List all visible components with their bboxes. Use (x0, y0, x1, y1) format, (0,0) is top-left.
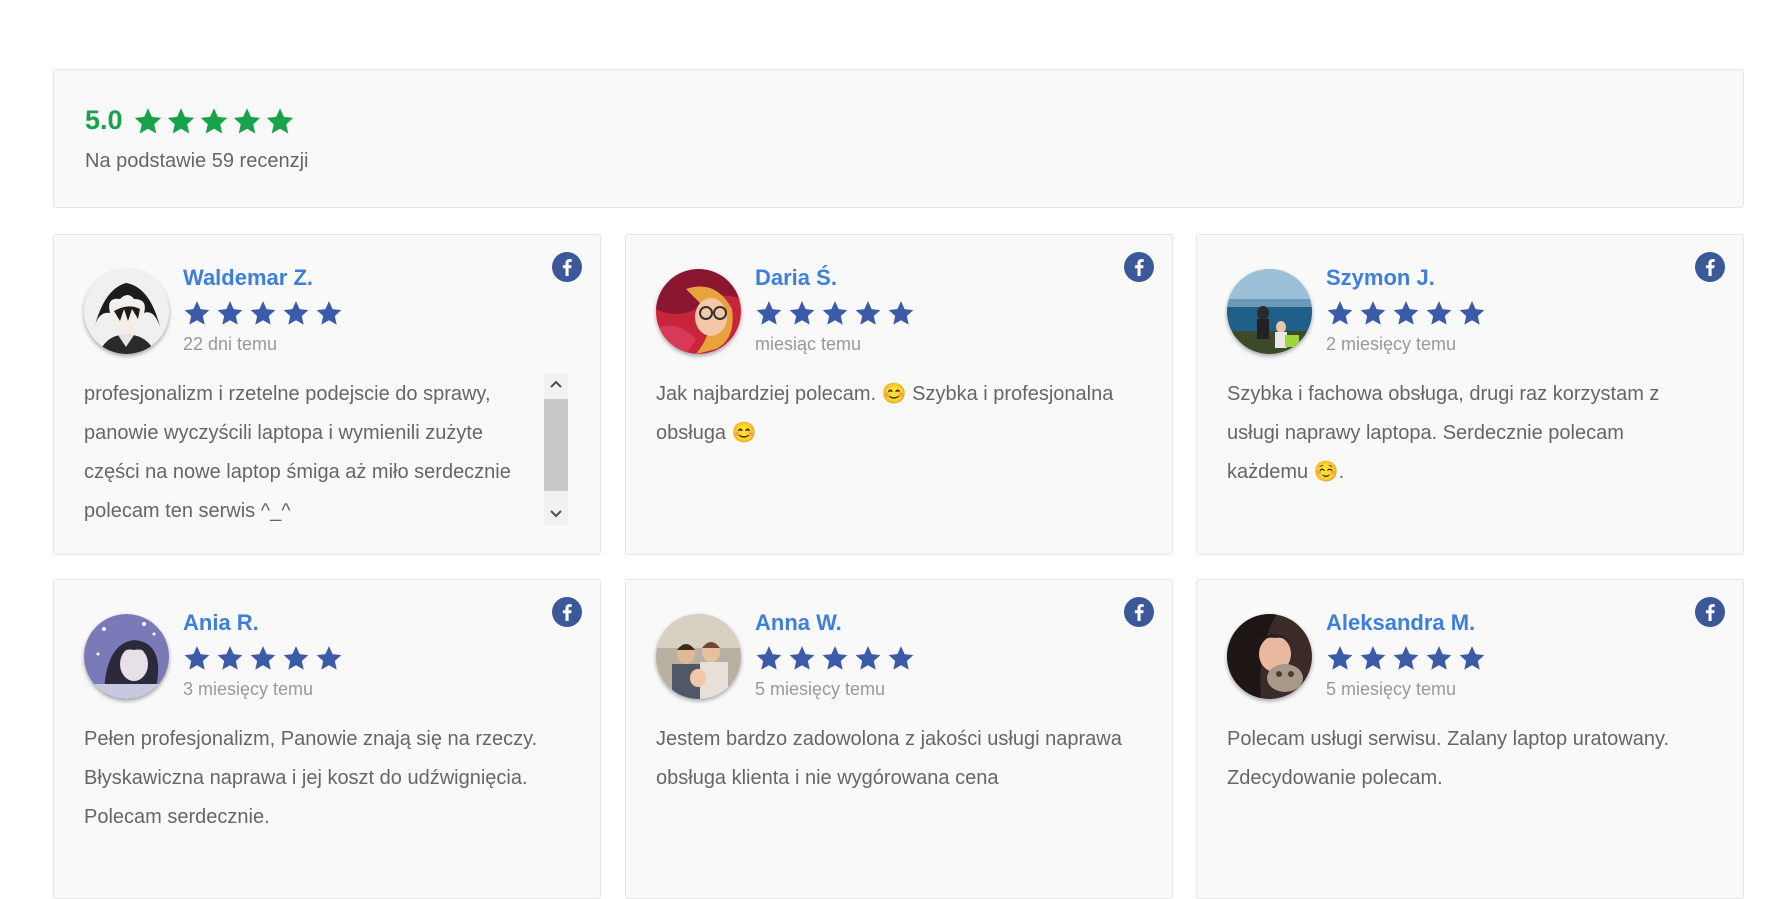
facebook-icon[interactable] (1695, 252, 1725, 282)
scroll-up-icon[interactable] (544, 373, 568, 395)
reviewer-name[interactable]: Anna W. (755, 610, 842, 636)
reviewer-name[interactable]: Szymon J. (1326, 265, 1435, 291)
review-card: Daria Ś. miesiąc temu Jak najbardziej po… (625, 234, 1173, 555)
reviewer-name[interactable]: Aleksandra M. (1326, 610, 1475, 636)
avatar[interactable] (656, 614, 741, 699)
star-icon (282, 644, 310, 672)
star-icon (788, 644, 816, 672)
facebook-icon[interactable] (1124, 597, 1154, 627)
review-stars (1326, 644, 1491, 672)
reviewer-name[interactable]: Daria Ś. (755, 265, 837, 291)
star-icon (249, 299, 277, 327)
avatar[interactable] (1227, 614, 1312, 699)
review-time: 5 miesięcy temu (1326, 679, 1457, 699)
star-icon (265, 106, 295, 136)
star-icon (1425, 299, 1453, 327)
star-icon (166, 106, 196, 136)
summary-review-count: Na podstawie 59 recenzji (85, 150, 309, 172)
review-stars (1326, 299, 1491, 327)
review-stars (755, 299, 920, 327)
review-stars (183, 299, 348, 327)
review-scrollbar[interactable] (544, 373, 568, 525)
star-icon (755, 644, 783, 672)
avatar[interactable] (84, 614, 169, 699)
star-icon (854, 299, 882, 327)
star-icon (216, 644, 244, 672)
scrollbar-thumb[interactable] (544, 399, 568, 491)
review-time: 3 miesięcy temu (183, 679, 314, 699)
star-icon (1458, 299, 1486, 327)
star-icon (854, 644, 882, 672)
star-icon (788, 299, 816, 327)
review-text: Polecam usługi serwisu. Zalany laptop ur… (1227, 728, 1670, 789)
review-time: 22 dni temu (183, 334, 278, 354)
star-icon (887, 299, 915, 327)
scroll-down-icon[interactable] (544, 503, 568, 525)
rating-summary: 5.0 Na podstawie 59 recenzji (53, 69, 1744, 208)
review-text: Pełen profesjonalizm, Panowie znają się … (84, 728, 538, 828)
summary-score: 5.0 (85, 105, 123, 135)
review-stars (183, 644, 348, 672)
review-time: 2 miesięcy temu (1326, 334, 1457, 354)
star-icon (183, 299, 211, 327)
avatar[interactable] (656, 269, 741, 354)
star-icon (1326, 644, 1354, 672)
star-icon (183, 644, 211, 672)
star-icon (282, 299, 310, 327)
star-icon (1326, 299, 1354, 327)
star-icon (1359, 644, 1387, 672)
facebook-icon[interactable] (1124, 252, 1154, 282)
summary-stars (133, 106, 298, 136)
review-card: Ania R. 3 miesięcy temu Pełen profesjona… (53, 579, 601, 899)
star-icon (821, 299, 849, 327)
star-icon (1359, 299, 1387, 327)
review-text: Szybka i fachowa obsługa, drugi raz korz… (1227, 383, 1660, 483)
avatar[interactable] (1227, 269, 1312, 354)
facebook-icon[interactable] (552, 597, 582, 627)
review-card: Anna W. 5 miesięcy temu Jestem bardzo za… (625, 579, 1173, 899)
review-card: Szymon J. 2 miesięcy temu Szybka i facho… (1196, 234, 1744, 555)
star-icon (315, 299, 343, 327)
facebook-icon[interactable] (552, 252, 582, 282)
review-text: Jak najbardziej polecam. 😊 Szybka i prof… (656, 383, 1114, 444)
reviewer-name[interactable]: Waldemar Z. (183, 265, 313, 291)
star-icon (821, 644, 849, 672)
star-icon (1458, 644, 1486, 672)
star-icon (887, 644, 915, 672)
review-time: 5 miesięcy temu (755, 679, 886, 699)
star-icon (199, 106, 229, 136)
review-text: profesjonalizm i rzetelne podejscie do s… (84, 383, 511, 522)
review-card: Aleksandra M. 5 miesięcy temu Polecam us… (1196, 579, 1744, 899)
star-icon (755, 299, 783, 327)
star-icon (249, 644, 277, 672)
reviewer-name[interactable]: Ania R. (183, 610, 259, 636)
star-icon (1392, 299, 1420, 327)
avatar[interactable] (84, 269, 169, 354)
review-stars (755, 644, 920, 672)
star-icon (216, 299, 244, 327)
summary-rating-row: 5.0 (85, 105, 298, 136)
star-icon (1392, 644, 1420, 672)
star-icon (315, 644, 343, 672)
review-time: miesiąc temu (755, 334, 862, 354)
review-card: Waldemar Z. 22 dni temu profesjonalizm i… (53, 234, 601, 555)
star-icon (1425, 644, 1453, 672)
review-text: Jestem bardzo zadowolona z jakości usług… (656, 728, 1122, 789)
star-icon (133, 106, 163, 136)
star-icon (232, 106, 262, 136)
facebook-icon[interactable] (1695, 597, 1725, 627)
